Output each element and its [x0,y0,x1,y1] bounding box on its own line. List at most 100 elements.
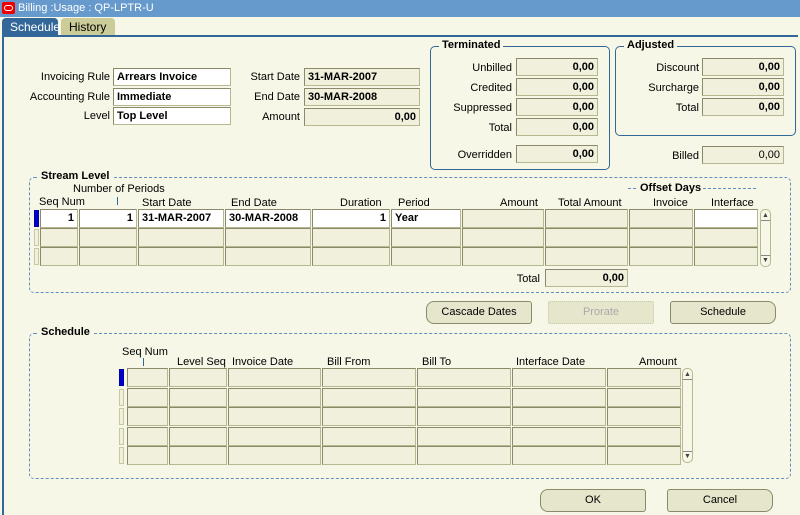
row-indicator[interactable] [119,447,124,464]
schedule-scrollbar[interactable]: ▲ ▼ [682,368,693,463]
stream-cell-total-amount[interactable] [545,228,628,247]
stream-cell-end-date[interactable] [225,228,311,247]
invoicing-rule-field[interactable]: Arrears Invoice [113,68,231,86]
tab-history[interactable]: History [61,18,115,36]
adjusted-total-field: 0,00 [702,98,784,116]
schedule-cell-level-seq[interactable] [169,387,227,407]
scroll-up-icon[interactable]: ▲ [761,211,770,221]
row-indicator[interactable] [34,248,39,265]
stream-cell-num-periods[interactable] [79,247,137,266]
stream-cell-period[interactable] [391,228,461,247]
scroll-down-icon[interactable]: ▼ [683,451,692,461]
schedule-button[interactable]: Schedule [670,301,776,324]
row-indicator[interactable] [119,388,124,406]
adjusted-title: Adjusted [624,39,678,51]
schedule-cell-interface-date[interactable] [512,446,606,465]
schedule-cell-seq-num[interactable] [127,368,168,387]
stream-cell-total-amount[interactable] [545,247,628,266]
window-titlebar: Billing :Usage : QP-LPTR-U [0,0,800,17]
schedule-cell-bill-from[interactable] [322,387,416,407]
row-indicator[interactable] [119,369,124,386]
row-indicator[interactable] [34,229,39,246]
schedule-cell-seq-num[interactable] [127,426,168,446]
amount-label: Amount [262,111,300,123]
stream-cell-duration[interactable] [312,228,390,247]
stream-cell-duration[interactable] [312,247,390,266]
stream-cell-duration[interactable]: 1 [312,209,390,228]
level-field[interactable]: Top Level [113,107,231,125]
scroll-up-icon[interactable]: ▲ [683,370,692,380]
schedule-cell-interface-date[interactable] [512,368,606,387]
stream-cell-seq-num[interactable] [40,228,78,247]
stream-cell-start-date[interactable] [138,247,224,266]
row-indicator[interactable] [119,408,124,425]
stream-cell-interface[interactable] [694,228,758,247]
schedule-cell-level-seq[interactable] [169,368,227,387]
stream-cell-amount[interactable] [462,209,544,228]
stream-cell-invoice[interactable] [629,228,693,247]
schedule-cell-invoice-date[interactable] [228,407,321,426]
stream-level-scrollbar[interactable]: ▲ ▼ [760,209,771,267]
schedule-cell-bill-to[interactable] [417,368,511,387]
schedule-cell-level-seq[interactable] [169,407,227,426]
schedule-cell-interface-date[interactable] [512,407,606,426]
schedule-cell-bill-from[interactable] [322,426,416,446]
stream-cell-amount[interactable] [462,247,544,266]
schedule-cell-invoice-date[interactable] [228,426,321,446]
stream-cell-period[interactable]: Year [391,209,461,228]
stream-cell-start-date[interactable] [138,228,224,247]
schedule-cell-bill-from[interactable] [322,446,416,465]
schedule-cell-bill-from[interactable] [322,407,416,426]
col-number-of-periods: Number of Periods [73,183,165,195]
stream-cell-seq-num[interactable] [40,247,78,266]
invoicing-rule-label: Invoicing Rule [40,71,110,83]
schedule-cell-amount[interactable] [607,446,681,465]
cancel-button[interactable]: Cancel [667,489,773,512]
stream-cell-invoice[interactable] [629,209,693,228]
ok-button[interactable]: OK [540,489,646,512]
schedule-cell-bill-to[interactable] [417,387,511,407]
cascade-dates-label: Cascade Dates [441,306,517,318]
schedule-cell-invoice-date[interactable] [228,446,321,465]
billed-field: 0,00 [702,146,784,164]
overridden-field: 0,00 [516,145,598,163]
stream-cell-interface[interactable] [694,209,758,228]
stream-cell-invoice[interactable] [629,247,693,266]
credited-label: Credited [470,82,512,94]
schedule-cell-level-seq[interactable] [169,426,227,446]
tab-schedule[interactable]: Schedule [2,18,60,36]
schedule-cell-amount[interactable] [607,368,681,387]
schedule-cell-seq-num[interactable] [127,387,168,407]
stream-cell-num-periods[interactable]: 1 [79,209,137,228]
row-indicator[interactable] [119,427,124,445]
schedule-cell-amount[interactable] [607,387,681,407]
schedule-cell-amount[interactable] [607,407,681,426]
cascade-dates-button[interactable]: Cascade Dates [426,301,532,324]
scroll-down-icon[interactable]: ▼ [761,255,770,265]
schedule-cell-bill-to[interactable] [417,407,511,426]
stream-cell-seq-num[interactable]: 1 [40,209,78,228]
schedule-cell-seq-num[interactable] [127,407,168,426]
stream-cell-num-periods[interactable] [79,228,137,247]
stream-cell-total-amount[interactable] [545,209,628,228]
stream-cell-interface[interactable] [694,247,758,266]
stream-cell-amount[interactable] [462,228,544,247]
surcharge-label: Surcharge [648,82,699,94]
discount-field: 0,00 [702,58,784,76]
accounting-rule-field[interactable]: Immediate [113,88,231,106]
schedule-cell-invoice-date[interactable] [228,387,321,407]
schedule-cell-interface-date[interactable] [512,426,606,446]
schedule-cell-seq-num[interactable] [127,446,168,465]
schedule-cell-level-seq[interactable] [169,446,227,465]
stream-cell-end-date[interactable]: 30-MAR-2008 [225,209,311,228]
schedule-cell-bill-to[interactable] [417,426,511,446]
stream-cell-end-date[interactable] [225,247,311,266]
stream-cell-period[interactable] [391,247,461,266]
row-indicator[interactable] [34,210,39,227]
schedule-cell-amount[interactable] [607,426,681,446]
schedule-cell-invoice-date[interactable] [228,368,321,387]
stream-cell-start-date[interactable]: 31-MAR-2007 [138,209,224,228]
schedule-cell-bill-to[interactable] [417,446,511,465]
schedule-cell-bill-from[interactable] [322,368,416,387]
schedule-cell-interface-date[interactable] [512,387,606,407]
